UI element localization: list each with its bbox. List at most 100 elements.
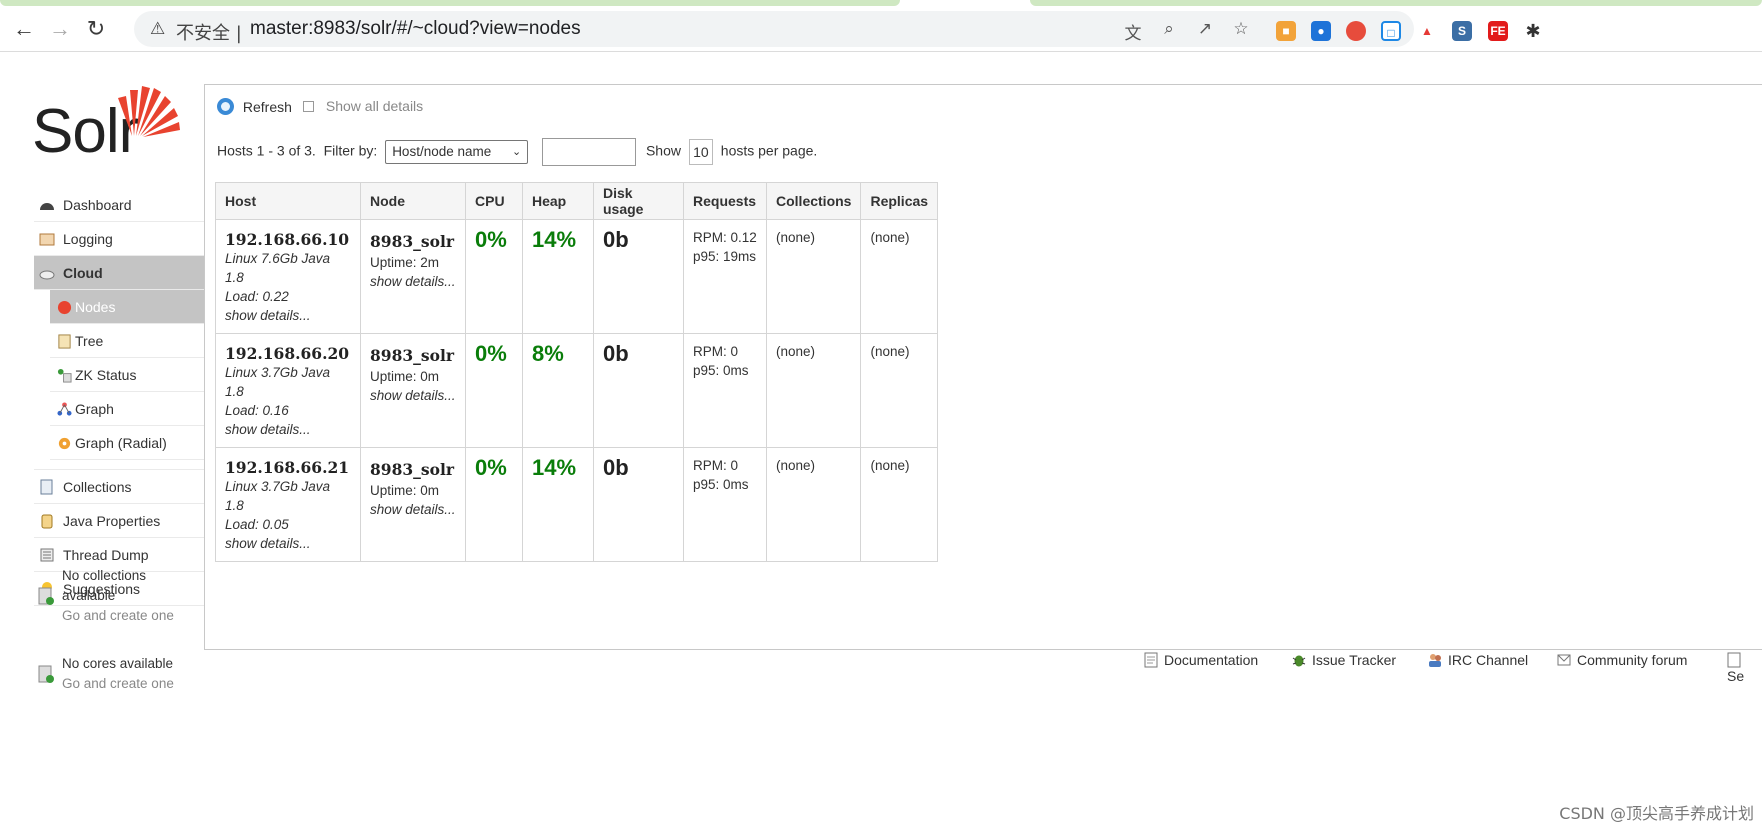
heap-value: 8%: [532, 341, 564, 366]
extension-5-icon[interactable]: ▲: [1417, 21, 1437, 41]
extension-1-icon[interactable]: ■: [1276, 21, 1296, 41]
node-cell: 8983_solr Uptime: 0m show details...: [360, 447, 466, 562]
filter-input[interactable]: [542, 138, 637, 166]
extension-3-icon[interactable]: [1346, 21, 1366, 41]
column-header-node: Node: [360, 182, 466, 220]
create-core-link[interactable]: Go and create one: [62, 674, 184, 694]
requests-cell: RPM: 0.12 p95: 19ms: [683, 219, 767, 334]
host-load: Load: 0.05: [225, 517, 289, 532]
node-uptime: Uptime: 2m: [370, 255, 440, 270]
graph-icon: [57, 402, 72, 416]
zoom-out-icon[interactable]: ⌕: [1158, 19, 1180, 39]
requests-p95: p95: 19ms: [693, 249, 757, 264]
sidebar-item-nodes[interactable]: Nodes: [50, 290, 204, 324]
address-bar[interactable]: ⚠ 不安全 | master:8983/solr/#/~cloud?view=n…: [134, 11, 1414, 47]
tree-icon: [58, 334, 71, 349]
show-label: Show: [645, 142, 681, 159]
footer-link-se[interactable]: Se: [1727, 652, 1762, 684]
filter-select-value: Host/node name: [392, 144, 492, 159]
collections-cell: (none): [765, 447, 862, 562]
forward-arrow-icon[interactable]: →: [46, 15, 74, 43]
column-header-cpu: CPU: [465, 182, 523, 220]
per-page-input[interactable]: 10: [688, 139, 713, 165]
cpu-cell: 0%: [465, 333, 523, 448]
footer-link-irc-channel[interactable]: IRC Channel: [1428, 652, 1528, 668]
no-collections-box: No collections available Go and create o…: [34, 566, 184, 626]
host-show-details-link[interactable]: show details...: [225, 420, 351, 439]
footer-link-label: Issue Tracker: [1312, 652, 1397, 668]
extension-2-icon[interactable]: ●: [1311, 21, 1331, 41]
nodes-panel: Refresh Show all details Hosts 1 - 3 of …: [204, 84, 1762, 650]
extension-6-icon[interactable]: S: [1452, 21, 1472, 41]
table-row: 192.168.66.21 Linux 3.7Gb Java 1.8 Load:…: [215, 447, 939, 562]
host-show-details-link[interactable]: show details...: [225, 534, 351, 553]
puzzle-icon[interactable]: ✱: [1523, 21, 1543, 41]
requests-p95: p95: 0ms: [693, 477, 749, 492]
requests-rpm: RPM: 0: [693, 458, 739, 473]
browser-toolbar: ← → ↻ ⚠ 不安全 | master:8983/solr/#/~cloud?…: [0, 6, 1762, 52]
sidebar-item-label: Graph: [75, 401, 114, 417]
reload-icon[interactable]: ↻: [82, 15, 110, 43]
requests-rpm: RPM: 0.12: [693, 230, 757, 245]
footer-link-documentation[interactable]: Documentation: [1144, 652, 1258, 668]
thread-dump-icon: [40, 548, 54, 562]
footer-link-issue-tracker[interactable]: Issue Tracker: [1292, 652, 1396, 668]
collections-value: (none): [776, 344, 816, 359]
sidebar-item-zk-status[interactable]: ZK Status: [50, 358, 204, 392]
host-show-details-link[interactable]: show details...: [225, 306, 351, 325]
show-all-details-toggle[interactable]: Show all details: [303, 98, 423, 114]
show-all-details-checkbox[interactable]: [303, 101, 314, 112]
sidebar-item-label: Logging: [63, 231, 113, 247]
node-show-details-link[interactable]: show details...: [370, 272, 456, 291]
show-all-details-label: Show all details: [325, 98, 424, 114]
host-name: 192.168.66.21: [225, 458, 350, 477]
node-name: 8983_solr: [370, 460, 455, 479]
sidebar-item-collections[interactable]: Collections: [34, 470, 204, 504]
footer-link-community-forum[interactable]: Community forum: [1557, 652, 1687, 668]
code-icon: [1727, 652, 1741, 668]
extension-7-icon[interactable]: FE: [1488, 21, 1508, 41]
mail-icon: [1557, 654, 1571, 666]
nodes-table: Host Node CPU Heap Disk usage Requests C…: [215, 182, 939, 562]
sidebar-item-tree[interactable]: Tree: [50, 324, 204, 358]
url-text[interactable]: master:8983/solr/#/~cloud?view=nodes: [250, 18, 581, 40]
sidebar-item-label: Tree: [75, 333, 104, 349]
sidebar-item-logging[interactable]: Logging: [34, 222, 204, 256]
replicas-cell: (none): [860, 447, 939, 562]
create-collection-link[interactable]: Go and create one: [62, 606, 184, 626]
share-icon[interactable]: ↗: [1194, 19, 1216, 39]
node-name: 8983_solr: [370, 232, 455, 251]
nav-divider: [34, 460, 204, 470]
translate-icon[interactable]: 文: [1122, 19, 1144, 44]
bookmark-star-icon[interactable]: ☆: [1230, 19, 1252, 39]
sidebar-item-cloud[interactable]: Cloud: [34, 256, 204, 290]
sidebar-item-label: Graph (Radial): [75, 435, 167, 451]
solr-logo[interactable]: Solr: [32, 84, 182, 166]
database-add-icon: [38, 665, 54, 683]
replicas-value: (none): [870, 458, 910, 473]
disk-cell: 0b: [593, 333, 684, 448]
column-header-disk-usage: Disk usage: [593, 182, 684, 220]
column-header-host: Host: [215, 182, 361, 220]
node-show-details-link[interactable]: show details...: [370, 500, 456, 519]
cpu-value: 0%: [475, 341, 507, 366]
disk-cell: 0b: [593, 219, 684, 334]
sidebar-item-graph[interactable]: Graph: [50, 392, 204, 426]
disk-value: 0b: [603, 455, 629, 480]
hosts-summary: Hosts 1 - 3 of 3.: [217, 142, 316, 159]
filter-select[interactable]: Host/node name ⌄: [385, 140, 529, 164]
node-show-details-link[interactable]: show details...: [370, 386, 456, 405]
sidebar-item-java-properties[interactable]: Java Properties: [34, 504, 204, 538]
sidebar-item-dashboard[interactable]: Dashboard: [34, 188, 204, 222]
cpu-cell: 0%: [465, 219, 523, 334]
csdn-watermark: CSDN @顶尖高手养成计划: [1559, 804, 1754, 823]
back-arrow-icon[interactable]: ←: [10, 15, 38, 43]
extension-4-icon[interactable]: □: [1381, 21, 1401, 41]
logging-icon: [39, 233, 55, 246]
host-os: Linux 3.7Gb Java 1.8: [225, 365, 331, 399]
host-os: Linux 3.7Gb Java 1.8: [225, 479, 331, 513]
sidebar-item-graph-radial[interactable]: Graph (Radial): [50, 426, 204, 460]
refresh-button[interactable]: Refresh: [217, 98, 292, 115]
requests-p95: p95: 0ms: [693, 363, 749, 378]
host-cell: 192.168.66.20 Linux 3.7Gb Java 1.8 Load:…: [215, 333, 361, 448]
